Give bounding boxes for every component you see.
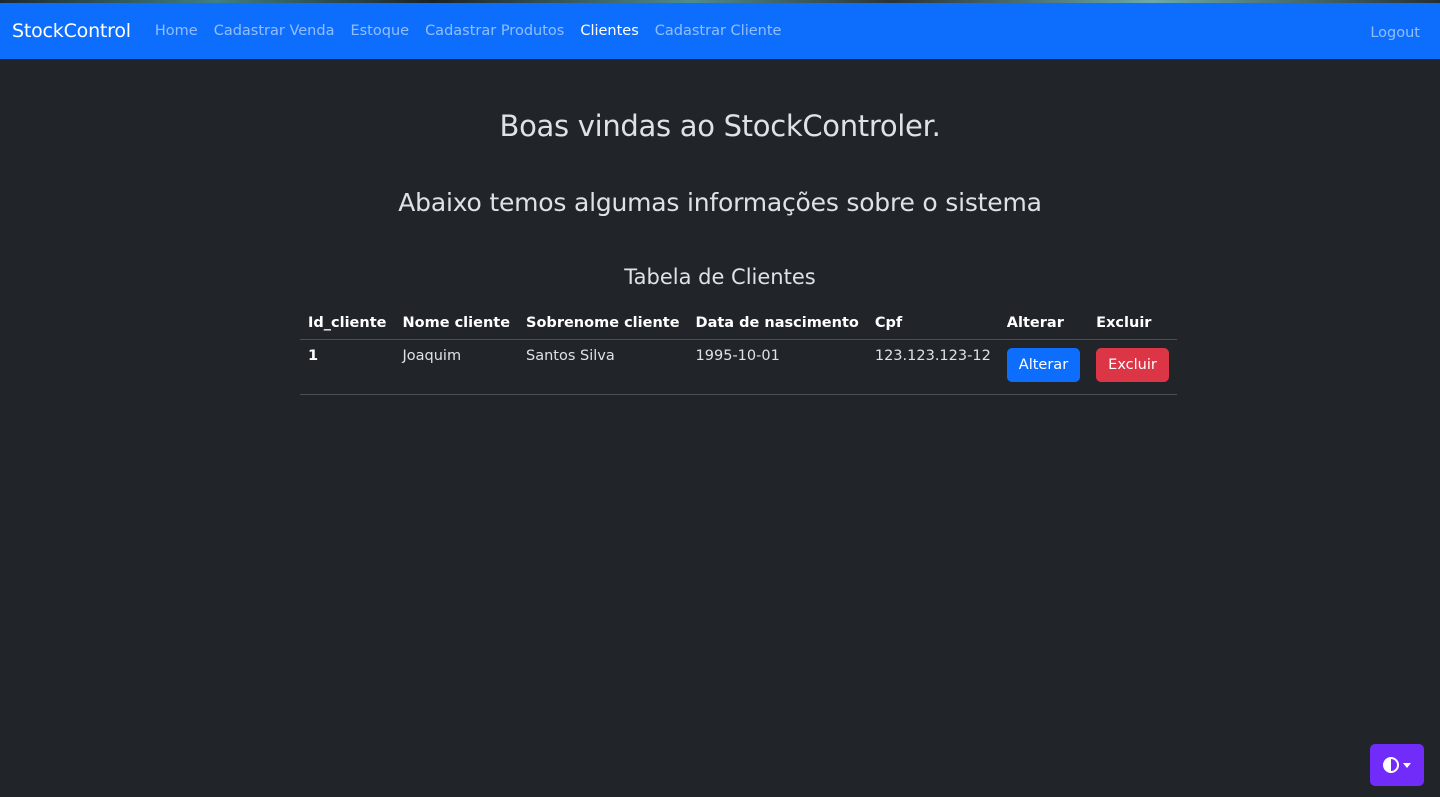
table-title: Tabela de Clientes	[624, 265, 816, 289]
navbar: StockControl Home Cadastrar Venda Estoqu…	[0, 3, 1440, 59]
cell-id: 1	[300, 339, 395, 395]
column-header-id: Id_cliente	[300, 307, 395, 340]
nav-link-home[interactable]: Home	[147, 23, 206, 39]
column-header-nascimento: Data de nascimento	[687, 307, 867, 340]
chevron-down-icon	[1403, 762, 1411, 768]
main-content: Boas vindas ao StockControler. Abaixo te…	[0, 59, 1440, 395]
clients-table-wrapper: Id_cliente Nome cliente Sobrenome client…	[300, 307, 1177, 395]
table-header-row: Id_cliente Nome cliente Sobrenome client…	[300, 307, 1177, 340]
nav-links: Home Cadastrar Venda Estoque Cadastrar P…	[147, 23, 790, 39]
nav-link-cadastrar-venda[interactable]: Cadastrar Venda	[206, 23, 343, 39]
page-subtitle: Abaixo temos algumas informações sobre o…	[398, 188, 1042, 217]
column-header-nome: Nome cliente	[394, 307, 519, 340]
brand-logo[interactable]: StockControl	[12, 20, 131, 42]
contrast-icon	[1383, 757, 1399, 773]
welcome-title: Boas vindas ao StockControler.	[499, 109, 941, 143]
nav-right: Logout	[1362, 22, 1428, 41]
excluir-button[interactable]: Excluir	[1096, 348, 1169, 382]
cell-cpf: 123.123.123-12	[866, 339, 999, 395]
logout-link[interactable]: Logout	[1362, 25, 1428, 41]
cell-excluir: Excluir	[1088, 339, 1177, 395]
column-header-excluir: Excluir	[1088, 307, 1177, 340]
clients-table: Id_cliente Nome cliente Sobrenome client…	[300, 307, 1177, 395]
cell-alterar: Alterar	[998, 339, 1089, 395]
nav-link-cadastrar-produtos[interactable]: Cadastrar Produtos	[417, 23, 572, 39]
theme-toggle-button[interactable]	[1370, 744, 1424, 786]
alterar-button[interactable]: Alterar	[1006, 348, 1081, 382]
column-header-alterar: Alterar	[998, 307, 1089, 340]
nav-link-estoque[interactable]: Estoque	[342, 23, 417, 39]
column-header-sobrenome: Sobrenome cliente	[518, 307, 688, 340]
nav-link-clientes[interactable]: Clientes	[572, 23, 646, 39]
nav-link-cadastrar-cliente[interactable]: Cadastrar Cliente	[647, 23, 790, 39]
cell-sobrenome: Santos Silva	[518, 339, 688, 395]
table-row: 1 Joaquim Santos Silva 1995-10-01 123.12…	[300, 339, 1177, 395]
column-header-cpf: Cpf	[866, 307, 999, 340]
cell-nascimento: 1995-10-01	[687, 339, 867, 395]
cell-nome: Joaquim	[394, 339, 519, 395]
